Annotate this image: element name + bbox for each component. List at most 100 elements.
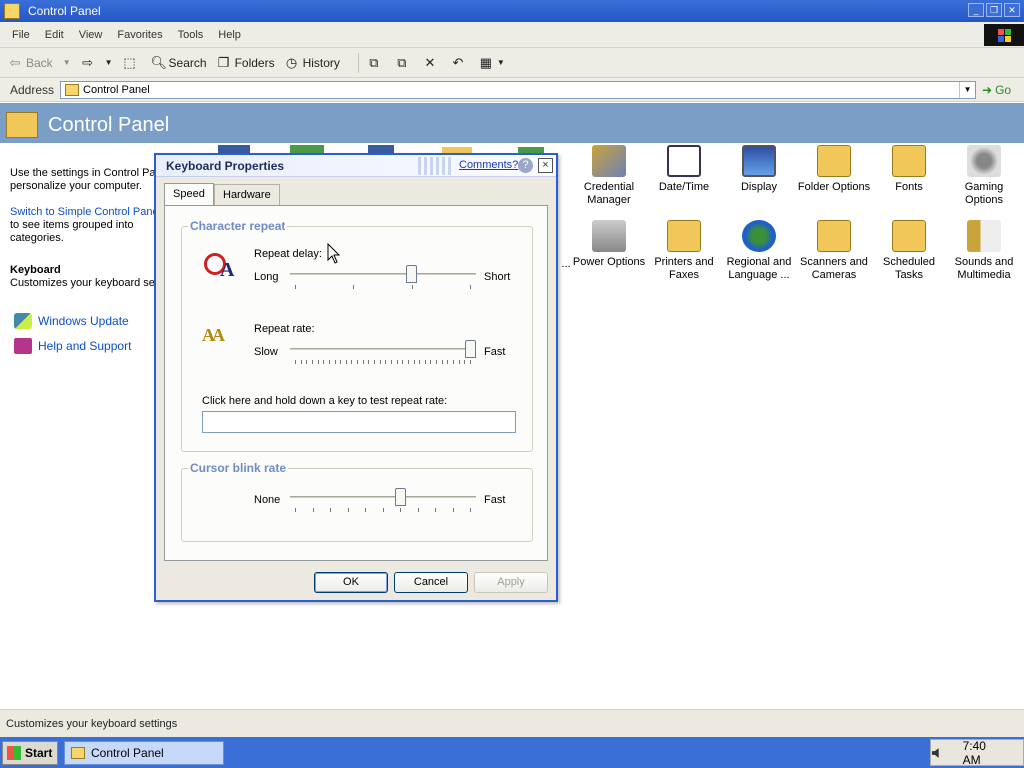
copy-to-button[interactable]: ⧉ [395, 54, 413, 70]
slider-tick [312, 508, 314, 512]
slider-tick [419, 360, 421, 364]
icon-fonts[interactable]: Fonts [871, 145, 947, 194]
dialog-title: Keyboard Properties [166, 159, 285, 173]
taskbar: Start Control Panel 7:40 AM [0, 737, 1024, 768]
windows-flag-icon [7, 746, 21, 760]
slider-tick [390, 360, 392, 364]
menu-file[interactable]: File [12, 29, 30, 41]
comments-link[interactable]: Comments? [459, 159, 518, 171]
slider-tick [453, 360, 455, 364]
help-book-icon [14, 338, 32, 354]
toolbar-separator [357, 52, 359, 73]
undo-button[interactable]: ↶ [451, 54, 469, 70]
monitor-icon [742, 145, 776, 177]
menu-tools[interactable]: Tools [178, 29, 204, 41]
icon-sounds-multimedia[interactable]: Sounds and Multimedia [946, 220, 1022, 282]
icon-scanners-cameras[interactable]: Scanners and Cameras [796, 220, 872, 282]
start-button[interactable]: Start [2, 741, 58, 765]
menu-bar: File Edit View Favorites Tools Help [0, 22, 1024, 48]
switch-simple-link[interactable]: Switch to Simple Control Panel [10, 206, 161, 219]
tab-hardware[interactable]: Hardware [214, 184, 280, 205]
copy-to-icon: ⧉ [397, 54, 407, 70]
repeat-rate-aa-icon: AA [202, 325, 225, 345]
menu-favorites[interactable]: Favorites [117, 29, 162, 41]
tab-speed[interactable]: Speed [164, 183, 214, 205]
back-dropdown-icon[interactable]: ▼ [63, 58, 71, 67]
slider-tick [411, 285, 413, 289]
minimize-button[interactable]: _ [968, 3, 984, 17]
menu-view[interactable]: View [79, 29, 103, 41]
slider-tick [300, 360, 302, 364]
slider-tick [435, 508, 436, 512]
icon-printers-faxes[interactable]: Printers and Faxes [646, 220, 722, 282]
back-button[interactable]: ⇦ Back ▼ [8, 55, 71, 70]
cancel-button[interactable]: Cancel [394, 572, 468, 593]
close-button[interactable]: ✕ [1004, 3, 1020, 17]
repeat-delay-thumb[interactable] [405, 265, 417, 283]
slider-tick [357, 360, 359, 364]
go-button[interactable]: ➜ Go [982, 83, 1014, 97]
dialog-close-button[interactable]: × [538, 158, 553, 173]
forward-arrow-icon: ⇨ [82, 54, 94, 70]
repeat-delay-slider[interactable] [290, 265, 476, 289]
cursor-blink-thumb[interactable] [395, 488, 406, 506]
menu-help[interactable]: Help [218, 29, 241, 41]
volume-speaker-icon[interactable] [931, 747, 943, 759]
test-repeat-label: Click here and hold down a key to test r… [202, 395, 448, 407]
icon-date-time[interactable]: Date/Time [646, 145, 722, 194]
repeat-rate-max-label: Fast [484, 346, 506, 358]
slider-tick [464, 360, 466, 364]
icon-gaming-options[interactable]: Gaming Options [946, 145, 1022, 207]
icon-credential-manager[interactable]: Credential Manager [571, 145, 647, 207]
folders-button[interactable]: ❐ Folders [217, 55, 275, 70]
search-button[interactable]: 🔍︎ Search [150, 54, 207, 70]
windows-update-link[interactable]: Windows Update [14, 313, 129, 329]
restore-button[interactable]: ❐ [986, 3, 1002, 17]
icon-scheduled-tasks[interactable]: Scheduled Tasks [871, 220, 947, 282]
icon-power-options[interactable]: Power Options [571, 220, 647, 269]
apply-button[interactable]: Apply [474, 572, 548, 593]
up-button[interactable]: ⬚ [123, 54, 141, 70]
address-input[interactable]: Control Panel ▼ [60, 80, 977, 99]
slider-tick [458, 360, 460, 364]
help-support-link[interactable]: Help and Support [14, 338, 131, 354]
slider-tick [353, 285, 355, 289]
ok-button[interactable]: OK [314, 572, 388, 593]
undo-icon: ↶ [452, 54, 464, 70]
address-label: Address [10, 82, 55, 97]
icon-regional-language[interactable]: Regional and Language ... [721, 220, 797, 282]
views-button[interactable]: ▦ ▼ [479, 55, 505, 70]
test-repeat-input[interactable] [202, 411, 516, 433]
taskbar-control-panel-button[interactable]: Control Panel [64, 741, 224, 765]
address-dropdown-icon[interactable]: ▼ [959, 81, 975, 98]
menu-edit[interactable]: Edit [45, 29, 64, 41]
repeat-rate-thumb[interactable] [465, 340, 476, 358]
repeat-rate-slider[interactable] [290, 340, 476, 364]
icon-folder-options[interactable]: Folder Options [796, 145, 872, 194]
move-to-button[interactable]: ⧉ [367, 54, 385, 70]
slider-tick [407, 360, 409, 364]
slider-tick [351, 360, 353, 364]
partial-icon-label: l ... [556, 258, 571, 270]
move-to-icon: ⧉ [369, 54, 379, 70]
address-value: Control Panel [83, 83, 150, 96]
slider-tick [470, 285, 471, 289]
slider-tick [430, 360, 432, 364]
slider-tick [447, 360, 449, 364]
slider-tick [295, 285, 296, 289]
delete-button[interactable]: ✕ [423, 55, 441, 70]
cursor-blink-slider[interactable] [290, 488, 476, 512]
forward-button[interactable]: ⇨ ▼ [81, 54, 113, 70]
icon-display[interactable]: Display [721, 145, 797, 194]
speaker-icon [967, 220, 1001, 252]
sidebar-switch: Switch to Simple Control Panel to see it… [10, 206, 162, 244]
help-icon[interactable]: ? [518, 158, 533, 173]
forward-dropdown-icon[interactable]: ▼ [105, 58, 113, 67]
search-icon: 🔍︎ [150, 54, 168, 70]
history-clock-icon: ◷ [285, 54, 298, 70]
credential-keys-icon [592, 145, 626, 177]
slider-tick [347, 508, 349, 512]
up-folder-icon: ⬚ [123, 54, 136, 70]
history-button[interactable]: ◷ History [285, 54, 340, 70]
slider-tick [470, 360, 471, 364]
